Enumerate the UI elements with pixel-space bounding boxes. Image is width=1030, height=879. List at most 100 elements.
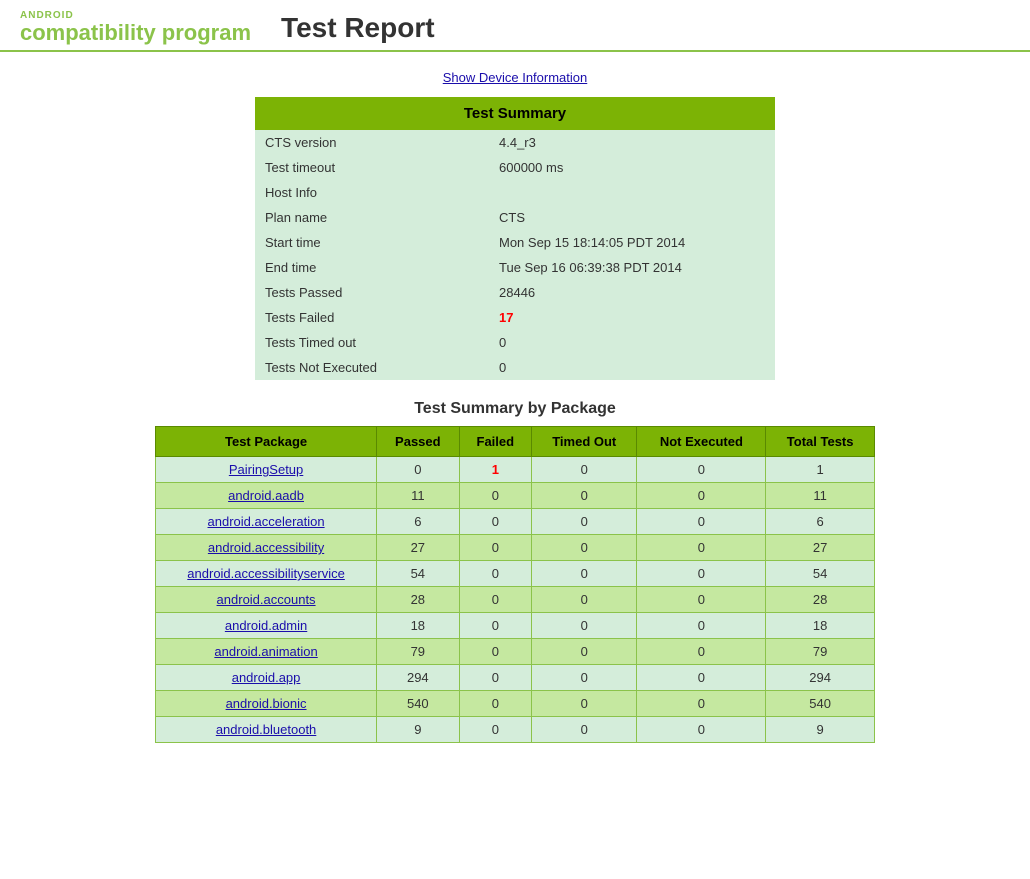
summary-row-value [489, 180, 775, 205]
timed-out-count: 0 [532, 639, 637, 665]
total-count: 27 [766, 535, 875, 561]
total-count: 28 [766, 587, 875, 613]
passed-count: 27 [377, 535, 459, 561]
table-row: android.bluetooth90009 [156, 717, 875, 743]
package-name: android.accessibility [156, 535, 377, 561]
failed-count: 0 [459, 613, 532, 639]
failed-count: 0 [459, 587, 532, 613]
summary-row: Plan nameCTS [255, 205, 775, 230]
total-count: 54 [766, 561, 875, 587]
summary-row: CTS version4.4_r3 [255, 130, 775, 155]
package-link[interactable]: android.accounts [217, 592, 316, 607]
table-row: android.app294000294 [156, 665, 875, 691]
summary-row: Tests Passed28446 [255, 280, 775, 305]
test-summary-table: Test Summary CTS version4.4_r3Test timeo… [255, 97, 775, 380]
passed-count: 9 [377, 717, 459, 743]
package-name: android.accounts [156, 587, 377, 613]
col-total: Total Tests [766, 427, 875, 457]
total-count: 18 [766, 613, 875, 639]
package-link[interactable]: android.app [232, 670, 301, 685]
not-executed-count: 0 [637, 509, 766, 535]
passed-count: 0 [377, 457, 459, 483]
package-summary-title: Test Summary by Package [20, 400, 1010, 418]
package-name: android.app [156, 665, 377, 691]
passed-count: 18 [377, 613, 459, 639]
summary-row-label: Tests Failed [255, 305, 489, 330]
package-link[interactable]: android.accessibility [208, 540, 324, 555]
summary-header-row: Test Summary [255, 97, 775, 130]
package-link[interactable]: PairingSetup [229, 462, 303, 477]
col-package: Test Package [156, 427, 377, 457]
failed-count: 0 [459, 561, 532, 587]
summary-row-label: Plan name [255, 205, 489, 230]
failed-count: 0 [459, 535, 532, 561]
show-device-link-container: Show Device Information [20, 70, 1010, 85]
summary-row: Host Info [255, 180, 775, 205]
package-name: android.bluetooth [156, 717, 377, 743]
package-link[interactable]: android.bionic [226, 696, 307, 711]
passed-count: 11 [377, 483, 459, 509]
package-summary-table: Test Package Passed Failed Timed Out Not… [155, 426, 875, 743]
package-link[interactable]: android.animation [214, 644, 317, 659]
summary-row-value: CTS [489, 205, 775, 230]
summary-row-value: Tue Sep 16 06:39:38 PDT 2014 [489, 255, 775, 280]
not-executed-count: 0 [637, 717, 766, 743]
timed-out-count: 0 [532, 691, 637, 717]
summary-title: Test Summary [255, 97, 775, 130]
total-count: 9 [766, 717, 875, 743]
package-link[interactable]: android.accessibilityservice [187, 566, 345, 581]
package-link[interactable]: android.bluetooth [216, 722, 316, 737]
package-name: PairingSetup [156, 457, 377, 483]
not-executed-count: 0 [637, 587, 766, 613]
passed-count: 6 [377, 509, 459, 535]
timed-out-count: 0 [532, 483, 637, 509]
passed-count: 79 [377, 639, 459, 665]
summary-row-value: 28446 [489, 280, 775, 305]
package-name: android.animation [156, 639, 377, 665]
failed-count: 0 [459, 691, 532, 717]
not-executed-count: 0 [637, 639, 766, 665]
total-count: 1 [766, 457, 875, 483]
table-row: android.accessibility2700027 [156, 535, 875, 561]
summary-row: End timeTue Sep 16 06:39:38 PDT 2014 [255, 255, 775, 280]
package-name: android.accessibilityservice [156, 561, 377, 587]
summary-row-value: 4.4_r3 [489, 130, 775, 155]
passed-count: 54 [377, 561, 459, 587]
failed-count: 0 [459, 639, 532, 665]
col-failed: Failed [459, 427, 532, 457]
timed-out-count: 0 [532, 535, 637, 561]
pkg-table-header: Test Package Passed Failed Timed Out Not… [156, 427, 875, 457]
summary-row-label: Tests Timed out [255, 330, 489, 355]
summary-row: Tests Timed out0 [255, 330, 775, 355]
summary-row-label: Tests Not Executed [255, 355, 489, 380]
timed-out-count: 0 [532, 457, 637, 483]
summary-row: Tests Failed17 [255, 305, 775, 330]
summary-row-value: 17 [489, 305, 775, 330]
total-count: 11 [766, 483, 875, 509]
package-link[interactable]: android.aadb [228, 488, 304, 503]
col-timed-out: Timed Out [532, 427, 637, 457]
summary-row-label: Test timeout [255, 155, 489, 180]
not-executed-count: 0 [637, 483, 766, 509]
summary-row-label: Host Info [255, 180, 489, 205]
not-executed-count: 0 [637, 561, 766, 587]
total-count: 540 [766, 691, 875, 717]
package-link[interactable]: android.acceleration [208, 514, 325, 529]
total-count: 79 [766, 639, 875, 665]
failed-count: 0 [459, 665, 532, 691]
table-row: android.animation7900079 [156, 639, 875, 665]
table-row: android.aadb1100011 [156, 483, 875, 509]
table-row: android.admin1800018 [156, 613, 875, 639]
timed-out-count: 0 [532, 665, 637, 691]
table-row: android.acceleration60006 [156, 509, 875, 535]
compat-label: compatibility program [20, 21, 251, 45]
package-name: android.acceleration [156, 509, 377, 535]
failed-count: 0 [459, 483, 532, 509]
content: Show Device Information Test Summary CTS… [0, 52, 1030, 753]
failed-count: 1 [459, 457, 532, 483]
table-row: android.bionic540000540 [156, 691, 875, 717]
show-device-link[interactable]: Show Device Information [443, 70, 588, 85]
package-name: android.aadb [156, 483, 377, 509]
package-link[interactable]: android.admin [225, 618, 307, 633]
total-count: 294 [766, 665, 875, 691]
